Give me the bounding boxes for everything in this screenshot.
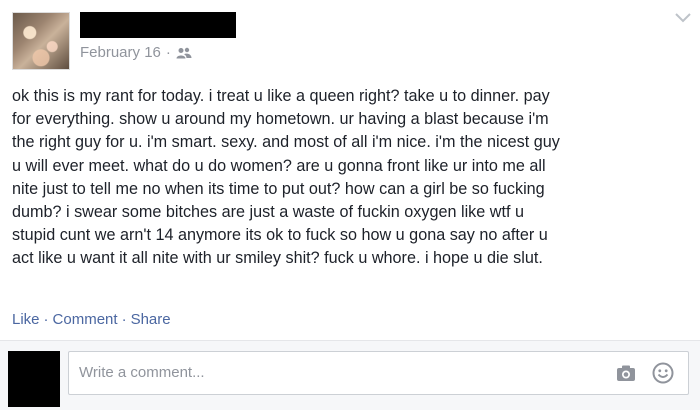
- viewer-avatar-redacted: [8, 351, 60, 407]
- comment-composer: Write a comment...: [0, 340, 700, 410]
- post-date[interactable]: February 16: [80, 44, 161, 61]
- camera-icon[interactable]: [616, 364, 636, 382]
- share-link[interactable]: Share: [131, 311, 171, 328]
- author-name-redacted[interactable]: [80, 12, 236, 38]
- comment-placeholder[interactable]: Write a comment...: [79, 364, 205, 381]
- post-card: February 16 · ok this is my rant for tod…: [0, 0, 700, 410]
- post-meta: February 16 ·: [80, 44, 192, 61]
- chevron-down-icon[interactable]: [674, 12, 692, 24]
- comment-link[interactable]: Comment: [53, 311, 118, 328]
- comment-input[interactable]: Write a comment...: [68, 351, 689, 395]
- meta-separator: ·: [165, 44, 171, 61]
- like-link[interactable]: Like: [12, 311, 40, 328]
- friends-icon[interactable]: [176, 47, 192, 59]
- author-avatar[interactable]: [12, 12, 70, 70]
- post-actions: Like · Comment · Share: [12, 311, 171, 328]
- action-separator: ·: [121, 311, 127, 328]
- smiley-icon[interactable]: [652, 362, 674, 384]
- action-separator: ·: [43, 311, 49, 328]
- post-body: ok this is my rant for today. i treat u …: [12, 87, 560, 268]
